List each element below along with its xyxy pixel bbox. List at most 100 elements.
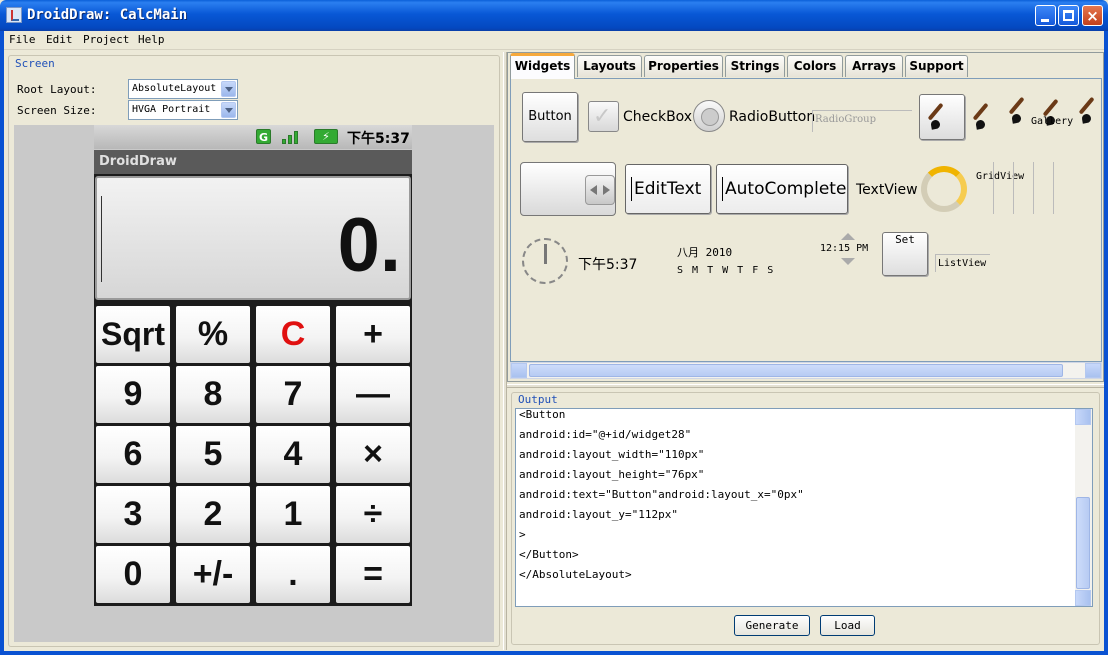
key-clear[interactable]: C: [256, 306, 330, 363]
output-textarea[interactable]: <Button android:id="@+id/widget28" andro…: [515, 408, 1093, 607]
widget-progressbar[interactable]: [921, 166, 967, 212]
code-line: >: [519, 528, 526, 541]
tab-support[interactable]: Support: [905, 55, 968, 77]
time-down-icon[interactable]: [841, 258, 855, 266]
menu-help[interactable]: Help: [138, 33, 165, 46]
code-line: android:layout_y="112px": [519, 508, 678, 521]
key-3[interactable]: 3: [96, 486, 170, 543]
root-layout-label: Root Layout:: [17, 83, 97, 96]
gridview-divider: [1053, 162, 1054, 214]
key-5[interactable]: 5: [176, 426, 250, 483]
menu-bar: File Edit Project Help: [4, 31, 1104, 50]
key-decimal[interactable]: .: [256, 546, 330, 603]
calculator-display[interactable]: 0.: [95, 176, 411, 300]
load-button[interactable]: Load: [820, 615, 875, 636]
title-bar: DroidDraw: CalcMain ×: [0, 0, 1108, 31]
menu-edit[interactable]: Edit: [46, 33, 73, 46]
gridview-divider: [1033, 162, 1034, 214]
key-multiply[interactable]: ×: [336, 426, 410, 483]
scroll-thumb[interactable]: [1076, 497, 1090, 589]
app-icon[interactable]: [6, 7, 22, 23]
key-9[interactable]: 9: [96, 366, 170, 423]
screen-size-value: HVGA Portrait: [132, 104, 211, 115]
key-negate[interactable]: +/-: [176, 546, 250, 603]
chevron-down-icon[interactable]: [221, 102, 236, 118]
code-line: <Button: [519, 408, 566, 421]
status-time: 下午5:37: [347, 131, 410, 147]
widget-imagebutton[interactable]: [919, 94, 965, 140]
widget-spinner[interactable]: [520, 162, 616, 216]
time-up-icon[interactable]: [841, 233, 855, 241]
horizontal-splitter[interactable]: [507, 384, 1104, 388]
key-7[interactable]: 7: [256, 366, 330, 423]
code-line: android:id="@+id/widget28": [519, 428, 692, 441]
spinner-arrows-icon: [585, 175, 615, 205]
maximize-icon: [1063, 10, 1074, 21]
minimize-icon: [1041, 19, 1049, 22]
scroll-left-icon[interactable]: [511, 363, 527, 378]
tab-layouts[interactable]: Layouts: [577, 55, 642, 77]
tab-properties[interactable]: Properties: [644, 55, 723, 77]
widget-radiogroup[interactable]: RadioGroup: [812, 110, 912, 132]
tab-strings[interactable]: Strings: [725, 55, 785, 77]
gridview-divider: [993, 162, 994, 214]
code-line: android:layout_height="76px": [519, 468, 705, 481]
key-2[interactable]: 2: [176, 486, 250, 543]
key-subtract[interactable]: —: [336, 366, 410, 423]
scroll-thumb[interactable]: [529, 364, 1063, 377]
widget-gridview-label[interactable]: GridView: [976, 171, 1024, 182]
tab-arrays[interactable]: Arrays: [845, 55, 903, 77]
key-0[interactable]: 0: [96, 546, 170, 603]
chevron-down-icon[interactable]: [221, 81, 236, 97]
widget-button[interactable]: Button: [522, 92, 578, 142]
paintbrush-icon[interactable]: [974, 104, 1000, 130]
widget-textview[interactable]: TextView: [856, 182, 918, 198]
device-app-title: DroidDraw: [94, 150, 412, 174]
scroll-down-icon[interactable]: [1075, 590, 1091, 606]
tab-colors[interactable]: Colors: [787, 55, 843, 77]
key-4[interactable]: 4: [256, 426, 330, 483]
widget-timepicker[interactable]: 12:15 PM: [820, 243, 868, 254]
output-vertical-scrollbar[interactable]: [1075, 409, 1092, 606]
generate-button[interactable]: Generate: [734, 615, 810, 636]
key-percent[interactable]: %: [176, 306, 250, 363]
menu-file[interactable]: File: [9, 33, 36, 46]
widget-checkbox-box[interactable]: ✓: [588, 101, 619, 132]
window-border-right: [1104, 31, 1108, 655]
widget-analogclock[interactable]: [522, 238, 568, 284]
screen-panel-title: Screen: [13, 57, 57, 70]
palette-horizontal-scrollbar[interactable]: [510, 362, 1102, 379]
widget-set-button[interactable]: Set: [882, 232, 928, 276]
screen-size-select[interactable]: HVGA Portrait: [128, 100, 238, 120]
widget-digitalclock[interactable]: 下午5:37: [578, 254, 637, 274]
widget-radiobutton-label[interactable]: RadioButton: [729, 109, 815, 125]
widget-checkbox-label[interactable]: CheckBox: [623, 109, 692, 125]
key-divide[interactable]: ÷: [336, 486, 410, 543]
minimize-button[interactable]: [1035, 5, 1056, 26]
key-sqrt[interactable]: Sqrt: [96, 306, 170, 363]
maximize-button[interactable]: [1058, 5, 1079, 26]
battery-charging-icon: ⚡: [314, 129, 338, 144]
widget-datepicker-days[interactable]: S M T W T F S: [677, 265, 773, 276]
widget-edittext[interactable]: EditText: [625, 164, 711, 214]
paintbrush-icon[interactable]: [1080, 98, 1106, 124]
key-1[interactable]: 1: [256, 486, 330, 543]
key-add[interactable]: +: [336, 306, 410, 363]
widget-gallery-label[interactable]: Gallery: [1031, 116, 1073, 127]
key-8[interactable]: 8: [176, 366, 250, 423]
widget-datepicker-month[interactable]: 八月 2010: [677, 244, 732, 260]
widget-radio-circle[interactable]: [693, 100, 725, 132]
menu-project[interactable]: Project: [83, 33, 129, 46]
tab-widgets[interactable]: Widgets: [510, 53, 575, 79]
widget-autocomplete[interactable]: AutoComplete: [716, 164, 848, 214]
text-cursor: [101, 196, 102, 282]
root-layout-select[interactable]: AbsoluteLayout: [128, 79, 238, 99]
close-button[interactable]: ×: [1082, 5, 1103, 26]
key-equals[interactable]: =: [336, 546, 410, 603]
scroll-up-icon[interactable]: [1075, 409, 1091, 425]
scroll-right-icon[interactable]: [1085, 363, 1101, 378]
window-border-left: [0, 31, 4, 655]
widget-listview[interactable]: ListView: [935, 254, 990, 272]
key-6[interactable]: 6: [96, 426, 170, 483]
output-panel-title: Output: [516, 393, 560, 406]
